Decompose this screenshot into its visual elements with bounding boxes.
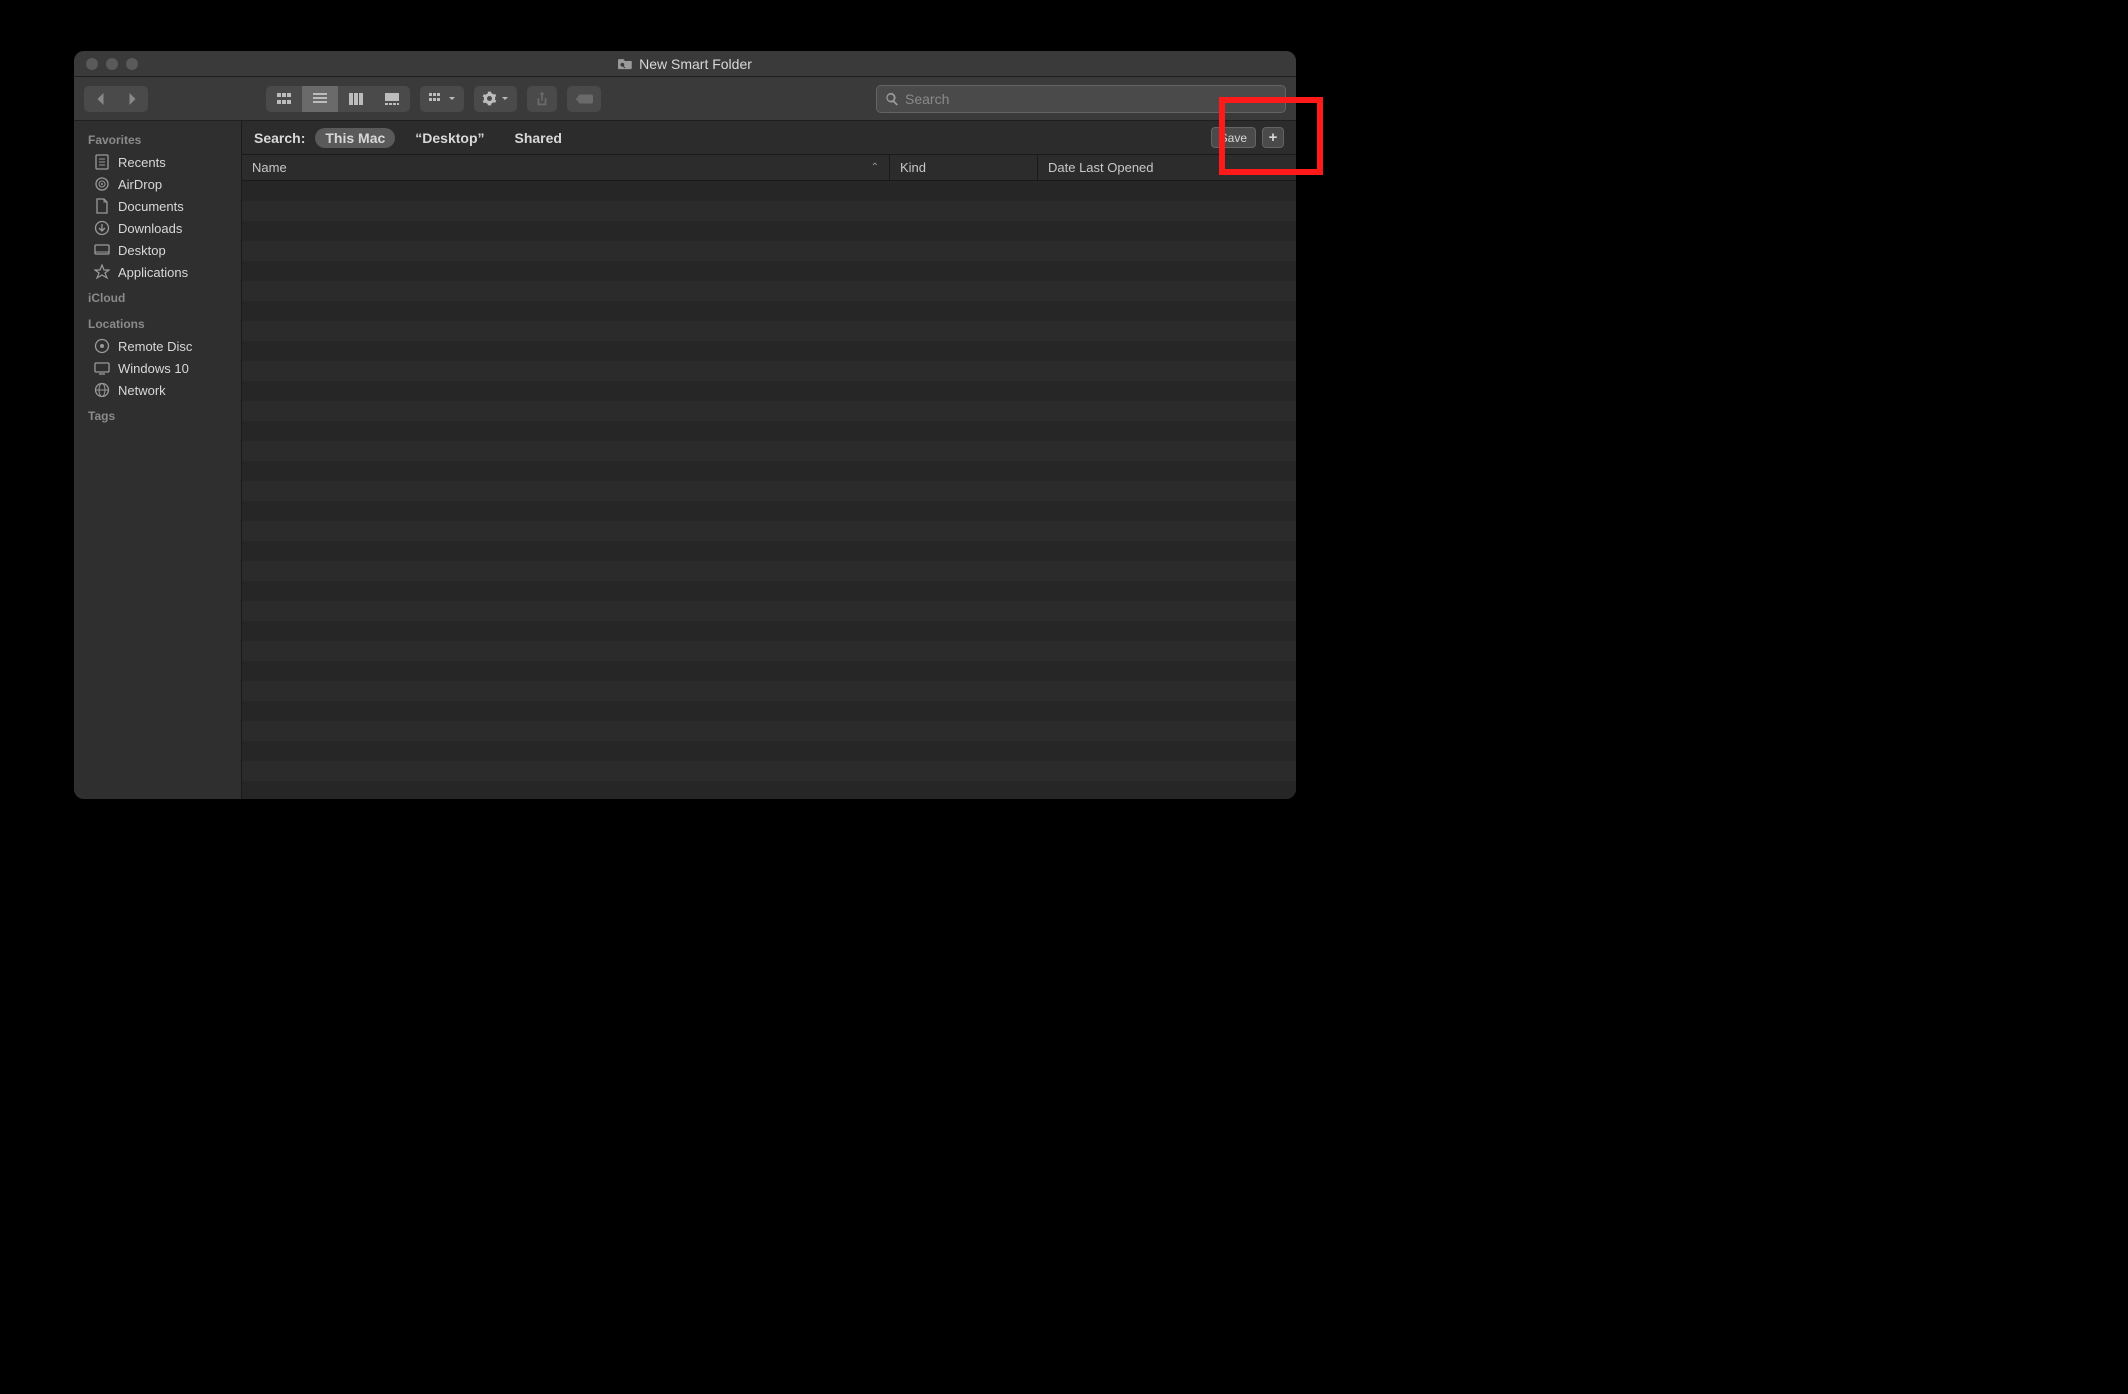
- file-list[interactable]: [242, 181, 1296, 799]
- list-row: [242, 561, 1296, 581]
- action-button[interactable]: [474, 86, 517, 112]
- list-row: [242, 681, 1296, 701]
- recents-icon: [94, 154, 110, 170]
- list-row: [242, 781, 1296, 799]
- save-button[interactable]: Save: [1211, 127, 1256, 148]
- search-field[interactable]: [876, 85, 1286, 113]
- list-row: [242, 761, 1296, 781]
- sidebar-item-airdrop[interactable]: AirDrop: [74, 173, 241, 195]
- sidebar: Favorites Recents AirDrop Documents Down…: [74, 121, 242, 799]
- sidebar-header-locations: Locations: [74, 313, 241, 335]
- column-view-button[interactable]: [338, 86, 374, 112]
- list-row: [242, 701, 1296, 721]
- sidebar-item-applications[interactable]: Applications: [74, 261, 241, 283]
- disc-icon: [94, 338, 110, 354]
- scope-this-mac[interactable]: This Mac: [315, 128, 395, 148]
- nav-group: [84, 86, 148, 112]
- airdrop-icon: [94, 176, 110, 192]
- toolbar: [74, 77, 1296, 121]
- sidebar-item-recents[interactable]: Recents: [74, 151, 241, 173]
- list-row: [242, 381, 1296, 401]
- list-row: [242, 521, 1296, 541]
- icon-view-button[interactable]: [266, 86, 302, 112]
- sidebar-item-windows-10[interactable]: Windows 10: [74, 357, 241, 379]
- sidebar-header-tags: Tags: [74, 405, 241, 427]
- list-row: [242, 401, 1296, 421]
- group-button[interactable]: [420, 86, 464, 112]
- add-criteria-button[interactable]: +: [1262, 127, 1284, 148]
- zoom-button[interactable]: [126, 58, 138, 70]
- sort-indicator-icon: ⌃: [871, 162, 879, 173]
- list-row: [242, 301, 1296, 321]
- list-row: [242, 541, 1296, 561]
- sidebar-item-documents[interactable]: Documents: [74, 195, 241, 217]
- gear-icon: [482, 91, 497, 106]
- display-icon: [94, 360, 110, 376]
- gallery-view-button[interactable]: [374, 86, 410, 112]
- list-view-button[interactable]: [302, 86, 338, 112]
- titlebar: New Smart Folder: [74, 51, 1296, 77]
- list-row: [242, 441, 1296, 461]
- back-button[interactable]: [84, 86, 116, 112]
- sidebar-item-downloads[interactable]: Downloads: [74, 217, 241, 239]
- list-row: [242, 741, 1296, 761]
- traffic-lights: [86, 58, 138, 70]
- column-kind[interactable]: Kind: [890, 155, 1038, 180]
- desktop-icon: [94, 242, 110, 258]
- list-row: [242, 501, 1296, 521]
- list-row: [242, 321, 1296, 341]
- list-row: [242, 641, 1296, 661]
- scope-bar: Search: This Mac “Desktop” Shared Save +: [242, 121, 1296, 155]
- window-body: Favorites Recents AirDrop Documents Down…: [74, 121, 1296, 799]
- sidebar-header-favorites: Favorites: [74, 129, 241, 151]
- list-row: [242, 261, 1296, 281]
- chevron-down-icon: [501, 96, 509, 102]
- list-row: [242, 661, 1296, 681]
- forward-button[interactable]: [116, 86, 148, 112]
- finder-window: New Smart Folder: [74, 51, 1296, 799]
- minimize-button[interactable]: [106, 58, 118, 70]
- smart-folder-icon: [618, 57, 633, 70]
- share-icon: [535, 91, 549, 107]
- share-button[interactable]: [527, 86, 557, 112]
- column-name[interactable]: Name ⌃: [242, 155, 890, 180]
- column-headers: Name ⌃ Kind Date Last Opened: [242, 155, 1296, 181]
- list-row: [242, 241, 1296, 261]
- search-icon: [885, 92, 899, 106]
- download-icon: [94, 220, 110, 236]
- list-row: [242, 201, 1296, 221]
- chevron-down-icon: [448, 96, 456, 102]
- globe-icon: [94, 382, 110, 398]
- applications-icon: [94, 264, 110, 280]
- document-icon: [94, 198, 110, 214]
- list-row: [242, 341, 1296, 361]
- column-date-last-opened[interactable]: Date Last Opened: [1038, 155, 1296, 180]
- tags-button[interactable]: [567, 86, 601, 112]
- list-row: [242, 181, 1296, 201]
- view-switcher: [266, 86, 410, 112]
- list-row: [242, 621, 1296, 641]
- sidebar-item-remote-disc[interactable]: Remote Disc: [74, 335, 241, 357]
- scope-actions: Save +: [1211, 127, 1284, 148]
- search-scope-label: Search:: [254, 130, 305, 146]
- list-row: [242, 601, 1296, 621]
- search-input[interactable]: [905, 91, 1277, 107]
- scope-shared[interactable]: Shared: [505, 128, 572, 148]
- list-row: [242, 281, 1296, 301]
- tag-icon: [575, 93, 593, 105]
- list-row: [242, 361, 1296, 381]
- list-row: [242, 581, 1296, 601]
- main-area: Search: This Mac “Desktop” Shared Save +…: [242, 121, 1296, 799]
- list-row: [242, 221, 1296, 241]
- list-row: [242, 721, 1296, 741]
- sidebar-item-desktop[interactable]: Desktop: [74, 239, 241, 261]
- window-title: New Smart Folder: [146, 56, 1224, 72]
- scope-desktop[interactable]: “Desktop”: [405, 128, 494, 148]
- list-row: [242, 461, 1296, 481]
- sidebar-header-icloud: iCloud: [74, 287, 241, 309]
- sidebar-item-network[interactable]: Network: [74, 379, 241, 401]
- list-row: [242, 421, 1296, 441]
- close-button[interactable]: [86, 58, 98, 70]
- list-row: [242, 481, 1296, 501]
